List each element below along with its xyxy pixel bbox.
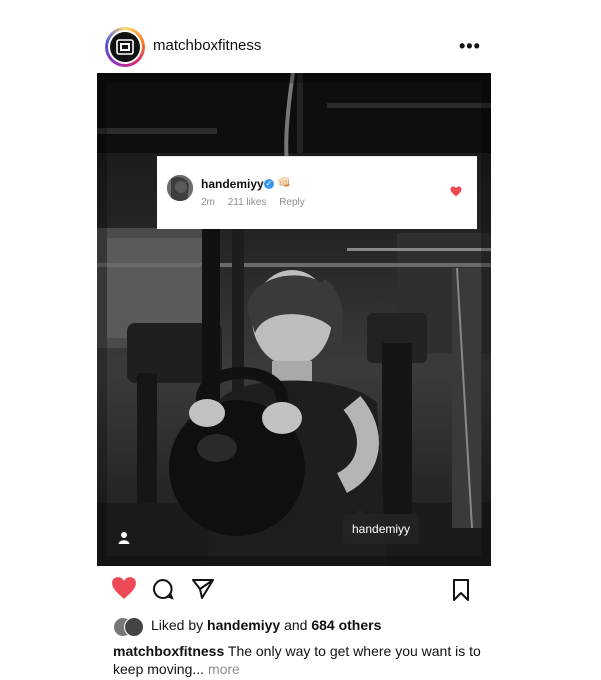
- likes-others[interactable]: 684 others: [311, 617, 381, 633]
- tagged-users-icon[interactable]: [111, 525, 137, 551]
- liker-avatar: [124, 617, 144, 637]
- post-caption: matchboxfitness The only way to get wher…: [113, 642, 483, 678]
- save-bookmark-icon[interactable]: [452, 578, 470, 607]
- comment-likes[interactable]: 211 likes: [228, 197, 267, 208]
- comment-emoji: 👊🏻: [277, 177, 291, 189]
- post-username[interactable]: matchboxfitness: [153, 37, 261, 54]
- pinned-comment-card: handemiyy ✓ 👊🏻 2m 211 likes Reply: [157, 156, 477, 229]
- action-bar: [0, 576, 601, 606]
- likes-prefix: Liked by: [151, 617, 208, 633]
- liker-avatars: [113, 617, 147, 637]
- photo-user-tag[interactable]: handemiyy: [343, 509, 420, 544]
- commenter-avatar[interactable]: [167, 175, 193, 201]
- comment-username[interactable]: handemiyy: [201, 177, 264, 191]
- matchbox-logo-icon: [116, 39, 134, 55]
- post-photo[interactable]: handemiyy: [97, 73, 491, 566]
- comment-bubble-icon[interactable]: [152, 578, 174, 605]
- likes-conjunction: and: [280, 617, 312, 633]
- caption-username[interactable]: matchboxfitness: [113, 643, 224, 659]
- more-options-icon[interactable]: •••: [459, 36, 481, 57]
- share-paper-plane-icon[interactable]: [191, 578, 215, 605]
- comment-like-heart-icon[interactable]: [450, 184, 462, 202]
- gym-scene-image: [97, 73, 491, 566]
- comment-meta: 2m 211 likes Reply: [201, 197, 315, 208]
- reply-link[interactable]: Reply: [279, 197, 305, 208]
- like-heart-icon[interactable]: [111, 576, 137, 605]
- likes-text: Liked by handemiyy and 684 others: [151, 617, 381, 633]
- caption-more-link[interactable]: more: [208, 661, 240, 677]
- comment-time: 2m: [201, 197, 215, 208]
- profile-avatar[interactable]: [105, 27, 145, 67]
- verified-badge-icon: ✓: [264, 179, 274, 189]
- likes-user[interactable]: handemiyy: [207, 617, 280, 633]
